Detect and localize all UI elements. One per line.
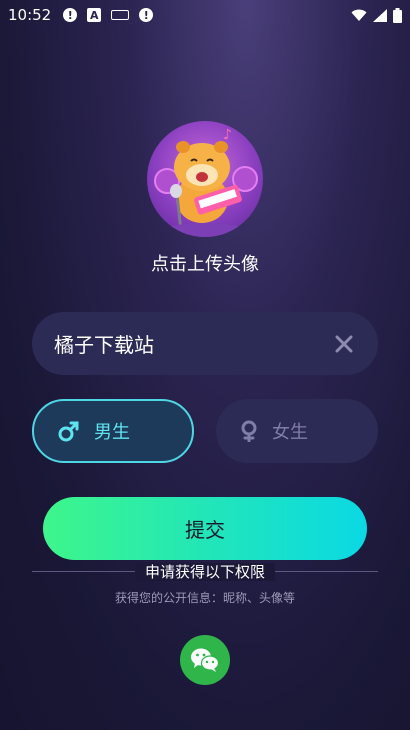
permissions-description: 获得您的公开信息：昵称、头像等 — [114, 591, 295, 605]
gender-selector: 男生 女生 — [32, 399, 378, 463]
submit-button[interactable]: 提交 — [43, 497, 367, 560]
avatar-upload[interactable]: ♪ — [147, 121, 263, 237]
male-icon — [58, 421, 79, 442]
clear-button[interactable] — [332, 332, 356, 356]
singing-hamster-avatar: ♪ — [154, 127, 258, 237]
alert-icon: ! — [63, 8, 78, 22]
a-icon: A — [87, 8, 102, 22]
wechat-login-button[interactable] — [180, 635, 230, 685]
status-bar: 10:52 ! A ! — [0, 0, 410, 30]
wechat-icon — [191, 648, 220, 672]
wifi-icon — [351, 9, 367, 21]
avatar-caption[interactable]: 点击上传头像 — [0, 250, 410, 276]
battery-icon — [393, 7, 402, 23]
permissions-title: 申请获得以下权限 — [0, 561, 410, 582]
system-icons — [351, 7, 402, 23]
gender-female-button[interactable]: 女生 — [216, 399, 378, 463]
nickname-field[interactable] — [32, 312, 378, 375]
gender-female-label: 女生 — [272, 422, 308, 443]
nickname-input[interactable] — [54, 331, 332, 356]
submit-label: 提交 — [185, 518, 225, 542]
gender-male-button[interactable]: 男生 — [32, 399, 194, 463]
keyboard-icon — [111, 10, 130, 20]
alert-icon: ! — [139, 8, 154, 22]
svg-text:♪: ♪ — [223, 127, 232, 143]
permissions-title-text: 申请获得以下权限 — [134, 563, 275, 581]
notification-icons: ! A ! — [63, 8, 154, 22]
female-icon — [241, 420, 257, 442]
signal-icon — [373, 8, 387, 22]
close-icon — [335, 335, 353, 352]
status-time: 10:52 — [8, 6, 52, 24]
gender-male-label: 男生 — [94, 422, 130, 443]
